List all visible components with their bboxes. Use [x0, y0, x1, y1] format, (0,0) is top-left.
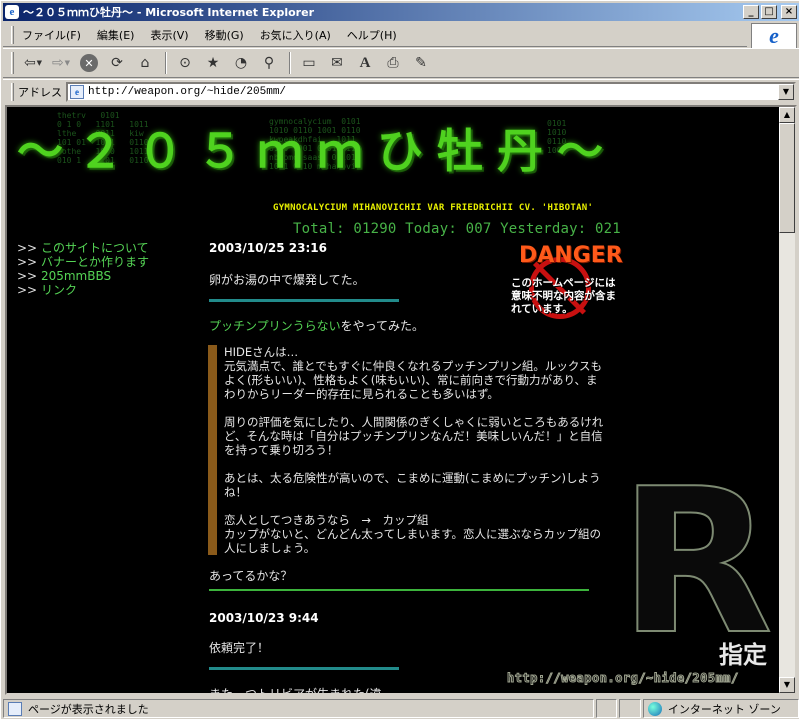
edit-icon[interactable]: ✎ — [408, 51, 434, 75]
site-banner-title: ～２０５ｍｍひ牡丹～ — [17, 124, 617, 178]
toolbar-grip[interactable] — [11, 52, 14, 74]
scroll-down-icon[interactable]: ▼ — [779, 677, 795, 693]
security-zone[interactable]: インターネット ゾーン — [642, 699, 800, 718]
scroll-up-icon[interactable]: ▲ — [779, 107, 795, 123]
pudding-fortune-link[interactable]: プッチンプリンうらない — [209, 319, 341, 333]
nav-link[interactable]: 205mmBBS — [41, 269, 111, 283]
mail-icon[interactable]: ✉ — [324, 51, 350, 75]
back-icon[interactable]: ⇦ ▼ — [20, 51, 46, 75]
danger-title: DANGER — [519, 243, 623, 268]
menu-help[interactable]: ヘルプ(H) — [347, 27, 397, 43]
channels-icon[interactable]: ⚲ — [256, 51, 282, 75]
menu-bar: ファイル(F) 編集(E) 表示(V) 移動(G) お気に入り(A) ヘルプ(H… — [3, 23, 747, 47]
nav-item-about[interactable]: >> このサイトについて — [17, 241, 149, 255]
quote-paragraph: 恋人としてつきあうなら → カップ組 カップがないと、どんどん太ってしまいます。… — [224, 513, 601, 555]
title-bar[interactable]: e ～２０５ｍｍひ牡丹～ - Microsoft Internet Explor… — [3, 3, 799, 21]
search-icon[interactable]: ⊙ — [172, 51, 198, 75]
menu-go[interactable]: 移動(G) — [205, 27, 244, 43]
site-nav: >> このサイトについて >> バナーとか作ります >> 205mmBBS >>… — [17, 241, 149, 297]
entry-text: あってるかな？ — [209, 569, 293, 583]
nav-link[interactable]: このサイトについて — [41, 241, 149, 255]
danger-badge: DANGER このホームページには意味不明な内容が含まれています。 — [509, 239, 623, 339]
entry-divider — [209, 667, 399, 670]
nav-link[interactable]: リンク — [41, 283, 77, 297]
status-segment — [619, 699, 641, 718]
toolbar-separator — [289, 52, 291, 74]
address-label: アドレス — [18, 85, 62, 99]
entry-date: 2003/10/23 9:44 — [209, 611, 319, 625]
nav-link[interactable]: バナーとか作ります — [41, 255, 149, 269]
entry-separator — [209, 589, 589, 591]
menu-edit[interactable]: 編集(E) — [97, 27, 135, 43]
entry-text: また一つトリビアが生まれた(違 — [209, 685, 382, 693]
minimize-button[interactable]: _ — [743, 5, 759, 19]
window-controls: _ □ × — [743, 5, 797, 19]
status-text: ページが表示されました — [28, 702, 149, 716]
home-icon[interactable]: ⌂ — [132, 51, 158, 75]
address-dropdown-icon[interactable]: ▼ — [778, 83, 794, 100]
forward-icon[interactable]: ⇨ ▼ — [48, 51, 74, 75]
menu-file[interactable]: ファイル(F) — [22, 27, 81, 43]
quote-paragraph: HIDEさんは… 元気満点で、誰とでもすぐに仲良くなれるプッチンプリン組。ルック… — [224, 345, 603, 401]
internet-globe-icon — [647, 701, 662, 716]
vertical-scrollbar[interactable]: ▲ ▼ — [779, 107, 795, 693]
r-rating-url: http://weapon.org/~hide/205mm/ — [507, 671, 739, 686]
quote-bar — [208, 345, 217, 555]
entry-line: プッチンプリンうらないをやってみた。 — [209, 319, 425, 333]
maximize-button[interactable]: □ — [761, 5, 777, 19]
nav-item-links[interactable]: >> リンク — [17, 283, 149, 297]
zone-text: インターネット ゾーン — [667, 702, 781, 716]
stop-icon[interactable]: ✕ — [76, 51, 102, 75]
ie-app-icon[interactable]: e — [5, 5, 19, 19]
status-main: ページが表示されました — [3, 699, 594, 718]
browser-window: e ～２０５ｍｍひ牡丹～ - Microsoft Internet Explor… — [0, 0, 800, 720]
favorites-icon[interactable]: ★ — [200, 51, 226, 75]
nav-item-banners[interactable]: >> バナーとか作ります — [17, 255, 149, 269]
close-button[interactable]: × — [781, 5, 797, 19]
addressbar-grip[interactable] — [11, 82, 14, 101]
r-rating-label: 指定 — [719, 641, 767, 669]
window-title: ～２０５ｍｍひ牡丹～ - Microsoft Internet Explorer — [23, 6, 314, 19]
address-input[interactable]: e http://weapon.org/~hide/205mm/ ▼ — [66, 81, 796, 102]
page-icon: e — [70, 84, 84, 99]
page-content: thetrv 0101 0 1 0 1101 1011 lthe 0011 ki… — [7, 107, 779, 693]
r-rating-letter: R — [618, 446, 774, 679]
address-url[interactable]: http://weapon.org/~hide/205mm/ — [88, 86, 286, 98]
status-segment — [595, 699, 618, 718]
toolbar-separator — [165, 52, 167, 74]
quote-block: HIDEさんは… 元気満点で、誰とでもすぐに仲良くなれるプッチンプリン組。ルック… — [208, 345, 608, 555]
menu-view[interactable]: 表示(V) — [150, 27, 188, 43]
page-done-icon — [8, 701, 22, 716]
entry-text: 依頼完了！ — [209, 641, 270, 655]
fullscreen-icon[interactable]: ▭ — [296, 51, 322, 75]
scroll-thumb[interactable] — [779, 123, 795, 233]
standard-toolbar: ⇦ ▼ ⇨ ▼ ✕ ⟳ ⌂ ⊙ ★ ◔ ⚲ ▭ ✉ A ⎙ ✎ — [3, 48, 799, 78]
entry-date: 2003/10/25 23:16 — [209, 241, 327, 255]
menu-favorites[interactable]: お気に入り(A) — [260, 27, 331, 43]
entry-text: 卵がお湯の中で爆発してた。 — [209, 273, 365, 287]
history-icon[interactable]: ◔ — [228, 51, 254, 75]
entry-divider — [209, 299, 399, 302]
quote-paragraph: 周りの評価を気にしたり、人間関係のぎくしゃくに弱いところもあるけれど、そんな時は… — [224, 415, 604, 457]
refresh-icon[interactable]: ⟳ — [104, 51, 130, 75]
font-icon[interactable]: A — [352, 51, 378, 75]
nav-item-bbs[interactable]: >> 205mmBBS — [17, 269, 149, 283]
page-viewport: thetrv 0101 0 1 0 1101 1011 lthe 0011 ki… — [5, 105, 797, 695]
print-icon[interactable]: ⎙ — [380, 51, 406, 75]
site-banner-subtitle: GYMNOCALYCIUM MIHANOVICHII VAR FRIEDRICH… — [273, 203, 594, 213]
danger-text: このホームページには意味不明な内容が含まれています。 — [511, 277, 616, 315]
status-bar: ページが表示されました インターネット ゾーン — [3, 698, 800, 719]
ie-throbber-icon: e — [751, 23, 797, 49]
access-counter: Total: 01290 Today: 007 Yesterday: 021 — [293, 221, 621, 237]
quote-text: HIDEさんは… 元気満点で、誰とでもすぐに仲良くなれるプッチンプリン組。ルック… — [224, 345, 608, 569]
address-bar: アドレス e http://weapon.org/~hide/205mm/ ▼ — [3, 79, 799, 103]
menubar-grip[interactable] — [11, 25, 14, 44]
quote-paragraph: あとは、太る危険性が高いので、こまめに運動(こまめにプッチン)しようね！ — [224, 471, 601, 499]
